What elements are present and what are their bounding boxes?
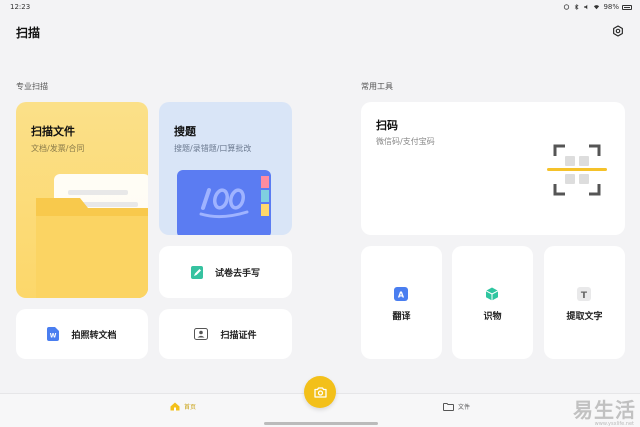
- scan-code-card[interactable]: 扫码 微信码/支付宝码: [361, 102, 625, 235]
- home-icon: [170, 402, 180, 411]
- tab-files[interactable]: 文件: [443, 402, 470, 411]
- tool-translate-label: 翻译: [392, 312, 411, 322]
- search-question-subtitle: 搜题/录错题/口算批改: [174, 144, 252, 153]
- tab-home-label: 首页: [184, 404, 197, 411]
- pen-edit-icon: [190, 265, 203, 279]
- word-doc-icon: W: [47, 327, 60, 341]
- tool-identify-object-label: 识物: [483, 312, 502, 322]
- tool-extract-text[interactable]: T 提取文字: [544, 246, 625, 359]
- battery-icon: [622, 4, 632, 10]
- remove-handwriting-card[interactable]: 试卷去手写: [159, 246, 292, 298]
- photo-to-doc-card[interactable]: W 拍照转文档: [16, 309, 148, 359]
- scan-id-card[interactable]: 扫描证件: [159, 309, 292, 359]
- scan-id-label: 扫描证件: [220, 330, 257, 341]
- qr-scan-icon: [547, 144, 607, 196]
- translate-icon: A: [394, 287, 408, 301]
- status-bar: 12:23 98%: [0, 0, 640, 14]
- camera-icon: [313, 386, 327, 398]
- folder-illustration-icon: [36, 174, 148, 298]
- svg-text:W: W: [50, 333, 57, 340]
- tab-home[interactable]: 首页: [170, 402, 196, 411]
- camera-button[interactable]: [304, 376, 336, 408]
- tool-identify-object[interactable]: 识物: [452, 246, 533, 359]
- scan-document-title: 扫描文件: [31, 125, 75, 138]
- remove-handwriting-label: 试卷去手写: [214, 268, 260, 279]
- id-card-icon: [194, 328, 209, 340]
- wifi-icon: [594, 5, 600, 10]
- folder-icon: [443, 402, 454, 411]
- page-title: 扫描: [16, 26, 41, 40]
- scan-document-card[interactable]: 扫描文件 文档/发票/合同: [16, 102, 148, 298]
- section-label-common-tools: 常用工具: [361, 82, 393, 91]
- watermark-logo: 易生活 www.ysxlife.net: [573, 394, 636, 427]
- sync-icon: [564, 4, 570, 10]
- tool-translate[interactable]: A 翻译: [361, 246, 442, 359]
- svg-text:T: T: [581, 291, 588, 301]
- photo-to-doc-label: 拍照转文档: [71, 330, 117, 341]
- section-label-pro-scan: 专业扫描: [16, 82, 48, 91]
- scan-code-title: 扫码: [376, 119, 398, 132]
- tool-extract-text-label: 提取文字: [566, 312, 603, 322]
- watermark-url: www.ysxlife.net: [594, 421, 634, 427]
- mute-icon: [584, 4, 588, 10]
- battery-percent: 98%: [603, 3, 619, 11]
- search-question-title: 搜题: [174, 125, 196, 138]
- cube-icon: [485, 287, 499, 301]
- notebook-illustration-icon: [177, 170, 271, 235]
- tab-files-label: 文件: [458, 404, 471, 411]
- status-time: 12:23: [10, 3, 31, 11]
- search-question-card[interactable]: 搜题 搜题/录错题/口算批改: [159, 102, 292, 235]
- watermark-text: 易生活: [573, 398, 636, 422]
- bluetooth-icon: [575, 4, 579, 10]
- scan-code-subtitle: 微信码/支付宝码: [376, 137, 435, 146]
- status-icons: 98%: [563, 3, 632, 11]
- settings-icon[interactable]: [612, 25, 624, 37]
- svg-text:A: A: [398, 291, 405, 300]
- text-extract-icon: T: [577, 287, 591, 301]
- home-indicator: [264, 422, 378, 425]
- scan-document-subtitle: 文档/发票/合同: [31, 144, 85, 153]
